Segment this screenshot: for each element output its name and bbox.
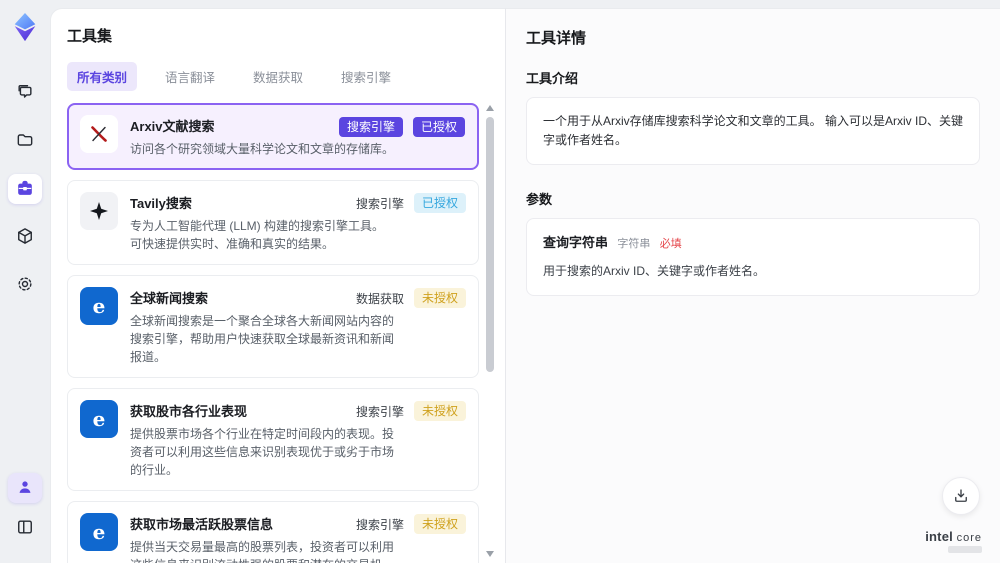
download-icon <box>955 489 967 502</box>
download-button[interactable] <box>942 477 980 515</box>
detail-title: 工具详情 <box>526 30 587 47</box>
param-box: 查询字符串 字符串 必填 用于搜索的Arxiv ID、关键字或作者姓名。 <box>526 218 980 297</box>
tool-category-tag: 数据获取 <box>355 291 404 306</box>
tool-tags: 搜索引擎 已授权 <box>338 117 465 137</box>
sparkle-icon <box>80 192 118 230</box>
tool-card[interactable]: Tavily搜索 专为人工智能代理 (LLM) 构建的搜索引擎工具。可快速提供实时… <box>67 180 479 265</box>
intel-logo-sub-badge <box>948 546 982 553</box>
tool-card[interactable]: Arxiv文献搜索 访问各个研究领域大量科学论文和文章的存储库。 搜索引擎 已授权 <box>67 103 479 170</box>
user-icon <box>15 477 35 500</box>
params-heading: 参数 <box>526 192 553 208</box>
tool-category-tag: 搜索引擎 <box>355 404 404 419</box>
tool-auth-status-badge: 已授权 <box>413 193 466 213</box>
scroll-down-arrow-icon[interactable] <box>486 551 494 557</box>
category-tabs: 所有类别 语言翻译 数据获取 搜索引擎 <box>67 62 495 91</box>
intro-text: 一个用于从Arxiv存储库搜索科学论文和文章的工具。 输入可以是Arxiv ID… <box>543 114 964 148</box>
sidebar-item-toolbox[interactable] <box>8 174 42 204</box>
folder-icon <box>15 130 35 153</box>
core-logo-text: core <box>956 532 982 544</box>
tool-tags: 搜索引擎 已授权 <box>356 193 466 213</box>
sidebar-bottom-nav <box>8 473 42 553</box>
tab-所有类别[interactable]: 所有类别 <box>67 62 138 91</box>
toolbox-icon <box>15 178 35 201</box>
tool-tags: 搜索引擎 未授权 <box>356 514 466 534</box>
tool-auth-status-badge: 已授权 <box>412 117 465 137</box>
param-type: 字符串 <box>617 238 651 251</box>
param-desc: 用于搜索的Arxiv ID、关键字或作者姓名。 <box>543 264 766 279</box>
tool-card[interactable]: e获取市场最活跃股票信息提供当天交易量最高的股票列表，投资者可以利用这些信息来识… <box>67 501 479 563</box>
tool-description: 全球新闻搜索是一个聚合全球各大新闻网站内容的搜索引擎，帮助用户快速获取全球最新资… <box>130 314 395 364</box>
scrollbar[interactable] <box>485 105 495 557</box>
chat-icon <box>15 82 35 105</box>
sidebar-item-settings[interactable] <box>8 270 42 300</box>
tool-description: 访问各个研究领域大量科学论文和文章的存储库。 <box>130 142 395 156</box>
tool-card[interactable]: e 获取股市各行业表现 提供股票市场各个行业在特定时间段内的表现。投资者可以利用这些… <box>67 388 479 491</box>
intro-heading: 工具介绍 <box>526 71 579 86</box>
sidebar-item-folder[interactable] <box>8 126 42 156</box>
tab-搜索引擎[interactable]: 搜索引擎 <box>331 62 401 91</box>
tool-description: 专为人工智能代理 (LLM) 构建的搜索引擎工具。可快速提供实时、准确和真实的结… <box>130 219 385 251</box>
sidebar-item-cube[interactable] <box>8 222 42 252</box>
sidebar <box>0 0 50 563</box>
intro-box: 一个用于从Arxiv存储库搜索科学论文和文章的工具。 输入可以是Arxiv ID… <box>526 97 980 166</box>
arxiv-icon <box>80 115 118 153</box>
sidebar-item-chat[interactable] <box>8 78 42 108</box>
scrollbar-thumb[interactable] <box>486 117 494 372</box>
news-blue-icon: e <box>80 513 118 551</box>
settings-icon <box>15 274 35 297</box>
tool-category-tag: 搜索引擎 <box>355 196 404 211</box>
page-title: 工具集 <box>67 28 113 45</box>
tool-auth-status-badge: 未授权 <box>413 288 466 308</box>
sidebar-nav <box>8 78 42 318</box>
tab-语言翻译[interactable]: 语言翻译 <box>155 62 225 91</box>
tool-auth-status-badge: 未授权 <box>413 514 466 534</box>
app-window: 工具集 所有类别 语言翻译 数据获取 搜索引擎 Arxiv文献搜索 访问各个研究领域大量… <box>0 0 1000 563</box>
param-name: 查询字符串 <box>543 235 609 251</box>
tool-detail-pane: 工具详情 工具介绍 一个用于从Arxiv存储库搜索科学论文和文章的工具。 输入可… <box>505 8 1000 563</box>
tool-category-tag: 搜索引擎 <box>355 517 404 532</box>
news-blue-icon: e <box>80 400 118 438</box>
tool-list-pane: 工具集 所有类别 语言翻译 数据获取 搜索引擎 Arxiv文献搜索 访问各个研究领域大量… <box>50 8 505 563</box>
sidebar-item-user[interactable] <box>8 473 42 503</box>
tool-auth-status-badge: 未授权 <box>413 401 466 421</box>
tool-tags: 数据获取 未授权 <box>356 288 466 308</box>
tool-tags: 搜索引擎 未授权 <box>356 401 466 421</box>
scroll-up-arrow-icon[interactable] <box>486 105 494 111</box>
panel-icon <box>15 517 35 540</box>
news-blue-icon: e <box>80 287 118 325</box>
tool-description: 提供股票市场各个行业在特定时间段内的表现。投资者可以利用这些信息来识别表现优于或… <box>130 427 395 477</box>
tool-description: 提供当天交易量最高的股票列表，投资者可以利用这些信息来识别流动性强的股票和潜在的… <box>130 540 395 563</box>
sidebar-item-panel[interactable] <box>8 513 42 543</box>
intel-core-logo: intel core <box>925 529 982 553</box>
main-area: 工具集 所有类别 语言翻译 数据获取 搜索引擎 Arxiv文献搜索 访问各个研究领域大量… <box>50 8 1000 563</box>
app-logo-icon[interactable] <box>10 12 40 42</box>
tool-list: Arxiv文献搜索 访问各个研究领域大量科学论文和文章的存储库。 搜索引擎 已授权 Ta… <box>67 103 495 563</box>
intel-logo-text: intel <box>925 529 953 544</box>
tab-数据获取[interactable]: 数据获取 <box>243 62 313 91</box>
tool-card[interactable]: e 全球新闻搜索 全球新闻搜索是一个聚合全球各大新闻网站内容的搜索引擎，帮助用户快速… <box>67 275 479 378</box>
cube-icon <box>15 226 35 249</box>
tool-category-tag: 搜索引擎 <box>338 117 403 137</box>
param-header: 查询字符串 字符串 必填 <box>543 233 963 254</box>
param-required-badge: 必填 <box>659 238 682 251</box>
